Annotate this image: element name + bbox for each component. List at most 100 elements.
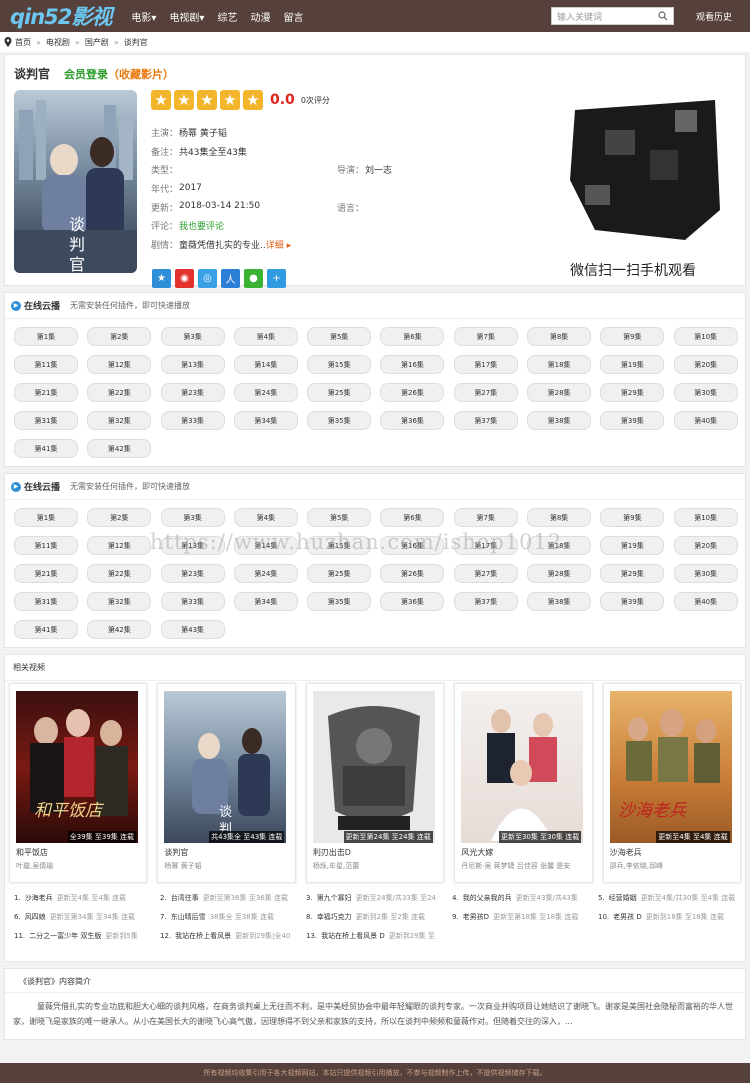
crumb-category[interactable]: 国产剧 — [85, 37, 109, 48]
episode-button[interactable]: 第41集 — [14, 620, 78, 639]
ranking-title[interactable]: 东山晴后雪 — [171, 913, 206, 921]
episode-button[interactable]: 第28集 — [527, 564, 592, 583]
ranking-item[interactable]: 6. 风四娘 更新至第34集 至34集 连载 — [14, 912, 160, 922]
episode-button[interactable]: 第4集 — [233, 508, 298, 527]
episode-button[interactable]: 第6集 — [380, 327, 445, 346]
ranking-item[interactable]: 9. 老男孩D 更新至第18集 至18集 连载 — [452, 912, 598, 922]
ranking-title[interactable]: 我站在桥上看风景 D — [321, 932, 385, 940]
episode-button[interactable]: 第34集 — [233, 411, 298, 430]
ranking-title[interactable]: 沙海老兵 — [25, 894, 53, 902]
episode-button[interactable]: 第1集 — [14, 327, 78, 346]
renren-share-icon[interactable]: 人 — [221, 269, 240, 288]
crumb-home[interactable]: 首页 — [15, 37, 31, 48]
episode-button[interactable]: 第36集 — [380, 592, 445, 611]
episode-button[interactable]: 第22集 — [87, 383, 152, 402]
episode-button[interactable]: 第3集 — [160, 327, 225, 346]
episode-button[interactable]: 第26集 — [380, 383, 445, 402]
episode-button[interactable]: 第12集 — [87, 355, 152, 374]
episode-button[interactable]: 第11集 — [14, 536, 78, 555]
episode-button[interactable]: 第17集 — [453, 536, 518, 555]
episode-button[interactable]: 第39集 — [600, 592, 665, 611]
episode-button[interactable]: 第18集 — [527, 355, 592, 374]
episode-button[interactable]: 第2集 — [87, 327, 152, 346]
plot-more-link[interactable]: 详细 ▸ — [266, 238, 291, 251]
star-icon[interactable]: ★ — [174, 90, 194, 110]
episode-button[interactable]: 第9集 — [600, 508, 665, 527]
related-poster[interactable]: 更新至第24集 至24集 连载 — [312, 691, 435, 843]
episode-button[interactable]: 第37集 — [453, 411, 518, 430]
episode-button[interactable]: 第5集 — [307, 508, 372, 527]
ranking-item[interactable]: 12. 我站在桥上看风景 更新到29集|全40 — [160, 931, 306, 941]
episode-button[interactable]: 第14集 — [233, 536, 298, 555]
episode-button[interactable]: 第2集 — [87, 508, 152, 527]
related-name[interactable]: 谈判官 — [164, 847, 288, 858]
episode-button[interactable]: 第13集 — [160, 355, 225, 374]
wechat-share-icon[interactable]: ● — [244, 269, 263, 288]
ranking-item[interactable]: 4. 我的父亲我的兵 更新至43集/共43集 — [452, 893, 598, 903]
related-card[interactable]: 更新至30集 至30集 连载 风光大嫁 丹尼斯·吴 蒋梦婕 吕佳容 张馨 是安 — [454, 683, 593, 883]
episode-button[interactable]: 第11集 — [14, 355, 78, 374]
more-share-icon[interactable]: + — [267, 269, 286, 288]
episode-button[interactable]: 第25集 — [307, 383, 372, 402]
episode-button[interactable]: 第12集 — [87, 536, 152, 555]
episode-button[interactable]: 第31集 — [14, 411, 78, 430]
episode-button[interactable]: 第36集 — [380, 411, 445, 430]
nav-message[interactable]: 留言 — [283, 9, 303, 24]
nav-tv[interactable]: 电视剧▾ — [169, 9, 204, 24]
comment-link[interactable]: 我也要评论 — [179, 219, 224, 232]
related-poster[interactable]: 和平饭店 全39集 至39集 连载 — [16, 691, 138, 843]
star-icon[interactable]: ★ — [197, 90, 217, 110]
episode-button[interactable]: 第22集 — [87, 564, 152, 583]
episode-button[interactable]: 第38集 — [527, 411, 592, 430]
episode-button[interactable]: 第8集 — [527, 327, 592, 346]
episode-button[interactable]: 第19集 — [600, 536, 665, 555]
episode-button[interactable]: 第24集 — [233, 564, 298, 583]
episode-button[interactable]: 第1集 — [14, 508, 78, 527]
episode-button[interactable]: 第24集 — [233, 383, 298, 402]
ranking-item[interactable]: 8. 幸福巧克力 更新到2集 至2集 连载 — [306, 912, 452, 922]
history-link[interactable]: 观看历史 — [696, 10, 732, 23]
episode-button[interactable]: 第4集 — [233, 327, 298, 346]
ranking-title[interactable]: 我站在桥上看风景 — [175, 932, 231, 940]
episode-button[interactable]: 第33集 — [160, 411, 225, 430]
ranking-title[interactable]: 幸福巧克力 — [317, 913, 352, 921]
ranking-item[interactable]: 3. 第九个寡妇 更新至24集/共33集 至24 — [306, 893, 452, 903]
episode-button[interactable]: 第21集 — [14, 564, 78, 583]
qzone-share-icon[interactable]: ★ — [152, 269, 171, 288]
related-card[interactable]: 和平饭店 全39集 至39集 连载 和平饭店 叶璇,吴倩瑜 — [9, 683, 148, 883]
related-card[interactable]: 更新至第24集 至24集 连载 利刃出击D 杨烁,牟星,范蕾 — [305, 683, 445, 883]
crumb-tv[interactable]: 电视剧 — [46, 37, 70, 48]
ranking-title[interactable]: 我的父亲我的兵 — [463, 894, 512, 902]
ranking-item[interactable]: 2. 台湾往事 更新至第36集 至36集 连载 — [160, 893, 306, 903]
actors-value[interactable]: 杨幂 黄子韬 — [179, 126, 227, 139]
episode-button[interactable]: 第16集 — [380, 355, 445, 374]
episode-button[interactable]: 第21集 — [14, 383, 78, 402]
episode-button[interactable]: 第34集 — [233, 592, 298, 611]
ranking-title[interactable]: 老男孩 D — [613, 913, 642, 921]
director-value[interactable]: 刘一志 — [365, 163, 392, 176]
episode-button[interactable]: 第30集 — [673, 383, 738, 402]
episode-button[interactable]: 第32集 — [87, 411, 152, 430]
episode-button[interactable]: 第5集 — [307, 327, 372, 346]
episode-button[interactable]: 第39集 — [600, 411, 665, 430]
ranking-title[interactable]: 台湾往事 — [171, 894, 199, 902]
episode-button[interactable]: 第37集 — [453, 592, 518, 611]
episode-button[interactable]: 第35集 — [307, 411, 372, 430]
episode-button[interactable]: 第28集 — [527, 383, 592, 402]
episode-button[interactable]: 第8集 — [527, 508, 592, 527]
episode-button[interactable]: 第40集 — [673, 411, 738, 430]
ranking-item[interactable]: 13. 我站在桥上看风景 D 更新到29集 至 — [306, 931, 452, 941]
ranking-item[interactable]: 5. 经营婚姻 更新至4集/共30集 至4集 连载 — [598, 893, 744, 903]
ranking-item[interactable]: 11. 二分之一富少年 双生版 更新到5集 — [14, 931, 160, 941]
episode-button[interactable]: 第20集 — [673, 355, 738, 374]
episode-button[interactable]: 第7集 — [453, 508, 518, 527]
ranking-item[interactable]: 1. 沙海老兵 更新至4集 至4集 连载 — [14, 893, 160, 903]
episode-button[interactable]: 第26集 — [380, 564, 445, 583]
episode-button[interactable]: 第27集 — [453, 383, 518, 402]
episode-button[interactable]: 第29集 — [600, 383, 665, 402]
nav-variety[interactable]: 综艺 — [217, 9, 237, 24]
star-icon[interactable]: ★ — [243, 90, 263, 110]
ranking-title[interactable]: 二分之一富少年 双生版 — [29, 932, 101, 940]
episode-button[interactable]: 第20集 — [673, 536, 738, 555]
episode-button[interactable]: 第29集 — [600, 564, 665, 583]
